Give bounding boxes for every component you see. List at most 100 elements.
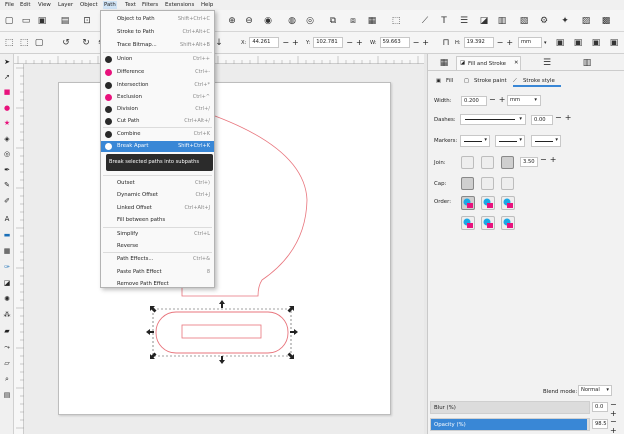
path-menu-item[interactable]: Object to Path Shift+Ctrl+C	[101, 14, 214, 25]
path-menu-dropdown: Object to Path Shift+Ctrl+C Stroke to Path…	[100, 10, 215, 288]
path-menu-item[interactable]: Intersection Ctrl+*	[101, 80, 214, 91]
menu-item-label: Union	[117, 56, 133, 62]
chevron-down-icon: ▾	[555, 137, 558, 143]
path-menu-item[interactable]: Exclusion Ctrl+^	[101, 92, 214, 103]
fill-stroke-tab-icon: ◪	[460, 60, 466, 66]
path-menu-item[interactable]: Break Apart Shift+Ctrl+K	[101, 141, 214, 152]
menu-item-label: Combine	[117, 131, 141, 137]
paint-order-button[interactable]	[501, 216, 515, 230]
path-operation-icon	[105, 131, 112, 138]
stroke-paint-subtab-label: Stroke paint	[474, 78, 507, 84]
cap-round-button[interactable]	[481, 177, 494, 190]
path-menu-item[interactable]: Combine Ctrl+K	[101, 129, 214, 140]
fill-subtab-icon: ▣	[436, 78, 442, 84]
width-input[interactable]: 0.200	[461, 96, 487, 106]
paint-order-button[interactable]	[481, 216, 495, 230]
layers-tab-icon[interactable]: ☰	[541, 57, 553, 69]
width-unit-value: mm	[510, 97, 521, 103]
path-menu-item[interactable]: Outset Ctrl+)	[101, 178, 214, 189]
miter-stepper[interactable]: −+	[540, 155, 559, 164]
opacity-stepper[interactable]: −+	[610, 417, 624, 434]
dashes-offset-input[interactable]: 0.00	[531, 115, 553, 125]
swatches-tab-icon[interactable]: ▦	[438, 57, 450, 69]
blur-label: Blur (%)	[434, 405, 456, 411]
dashes-label: Dashes:	[434, 117, 456, 123]
join-miter-button[interactable]	[501, 156, 514, 169]
paint-order-button[interactable]	[461, 196, 475, 210]
path-menu-item[interactable]: Path Effects... Ctrl+&	[101, 254, 214, 265]
menu-item-label: Stroke to Path	[117, 29, 155, 35]
path-menu-item[interactable]: Cut Path Ctrl+Alt+/	[101, 116, 214, 127]
menu-item-label: Paste Path Effect	[117, 269, 162, 275]
path-menu-item[interactable]: Trace Bitmap... Shift+Alt+B	[101, 40, 214, 51]
end-marker-select[interactable]: ▾	[531, 135, 561, 147]
path-menu-item[interactable]: Difference Ctrl+-	[101, 67, 214, 78]
menu-item-label: Intersection	[117, 82, 149, 88]
menu-item-label: Cut Path	[117, 118, 140, 124]
menu-item-shortcut: 8	[206, 269, 210, 275]
path-operation-icon	[105, 106, 112, 113]
path-menu-item[interactable]: Dynamic Offset Ctrl+J	[101, 190, 214, 201]
subtab-fill[interactable]: ▣ Fill	[436, 75, 462, 87]
dashes-select[interactable]: ▾	[460, 114, 526, 125]
paint-order-button[interactable]	[481, 196, 495, 210]
width-stepper[interactable]: −+	[489, 95, 508, 104]
order-label: Order:	[434, 199, 452, 205]
menu-item-label: Break Apart	[117, 143, 149, 149]
menu-item-label: Object to Path	[117, 16, 155, 22]
cap-butt-button[interactable]	[461, 177, 474, 190]
stroke-paint-subtab-icon: ▢	[464, 78, 470, 84]
subtab-stroke-style[interactable]: ⟋ Stroke style	[513, 75, 561, 87]
mid-marker-select[interactable]: ▾	[495, 135, 525, 147]
tab-fill-and-stroke[interactable]: ◪ Fill and Stroke ✕	[456, 56, 521, 70]
align-tab-icon[interactable]: ▥	[581, 57, 593, 69]
marker-line	[499, 141, 517, 142]
path-menu-item[interactable]: Fill between paths	[101, 215, 214, 226]
join-bevel-button[interactable]	[461, 156, 474, 169]
blend-mode-select[interactable]: Normal ▾	[578, 385, 612, 396]
path-menu-item[interactable]: Reverse	[101, 241, 214, 252]
subtab-stroke-paint[interactable]: ▢ Stroke paint	[464, 75, 510, 87]
opacity-input[interactable]: 98.5	[592, 419, 608, 429]
dashes-stepper[interactable]: −+	[555, 113, 574, 122]
cap-square-button[interactable]	[501, 177, 514, 190]
close-icon[interactable]: ✕	[514, 60, 519, 66]
menu-item-label: Exclusion	[117, 94, 142, 100]
menu-item-label: Path Effects...	[117, 256, 154, 262]
path-menu-item[interactable]: Union Ctrl++	[101, 54, 214, 65]
join-round-button[interactable]	[481, 156, 494, 169]
path-menu-item[interactable]: Remove Path Effect	[101, 279, 214, 290]
menu-item-label: Outset	[117, 180, 135, 186]
fill-stroke-tab-label: Fill and Stroke	[468, 61, 506, 67]
miter-limit-input[interactable]: 3.50	[520, 157, 538, 167]
dock-panel: ▦ ◪ Fill and Stroke ✕ ☰ ▥ ▣ Fill ▢ Strok…	[427, 54, 624, 434]
path-menu-item[interactable]: Stroke to Path Ctrl+Alt+C	[101, 27, 214, 38]
inner-rect-shape	[181, 324, 262, 339]
start-marker-select[interactable]: ▾	[460, 135, 490, 147]
path-menu-item[interactable]: Paste Path Effect 8	[101, 267, 214, 278]
path-menu-item[interactable]: Simplify Ctrl+L	[101, 229, 214, 240]
blur-stepper[interactable]: −+	[610, 400, 624, 418]
menu-item-shortcut: Ctrl+*	[194, 82, 210, 88]
marker-line	[464, 141, 482, 142]
path-operation-icon	[105, 118, 112, 125]
menu-item-shortcut: Shift+Ctrl+K	[178, 143, 210, 149]
menu-item-label: Linked Offset	[117, 205, 152, 211]
menu-item-shortcut: Ctrl+^	[192, 94, 210, 100]
path-menu-item[interactable]: Linked Offset Ctrl+Alt+J	[101, 203, 214, 214]
chevron-down-icon: ▾	[606, 387, 609, 393]
stroke-style-subtab-label: Stroke style	[523, 78, 555, 84]
width-unit-select[interactable]: mm ▾	[507, 95, 541, 106]
path-menu-item[interactable]: Division Ctrl+/	[101, 104, 214, 115]
menu-item-shortcut: Ctrl+Alt+J	[184, 205, 210, 211]
paint-order-button[interactable]	[501, 196, 515, 210]
blur-slider[interactable]: Blur (%)	[430, 401, 590, 414]
menu-item-shortcut: Shift+Ctrl+C	[177, 16, 210, 22]
paint-order-button[interactable]	[461, 216, 475, 230]
opacity-slider[interactable]: Opacity (%)	[430, 418, 590, 431]
menu-item-shortcut: Ctrl+Alt+C	[182, 29, 210, 35]
menu-item-shortcut: Ctrl+L	[194, 231, 210, 237]
menu-item-label: Fill between paths	[117, 217, 166, 223]
menu-item-label: Simplify	[117, 231, 139, 237]
blur-input[interactable]: 0.0	[592, 402, 608, 412]
